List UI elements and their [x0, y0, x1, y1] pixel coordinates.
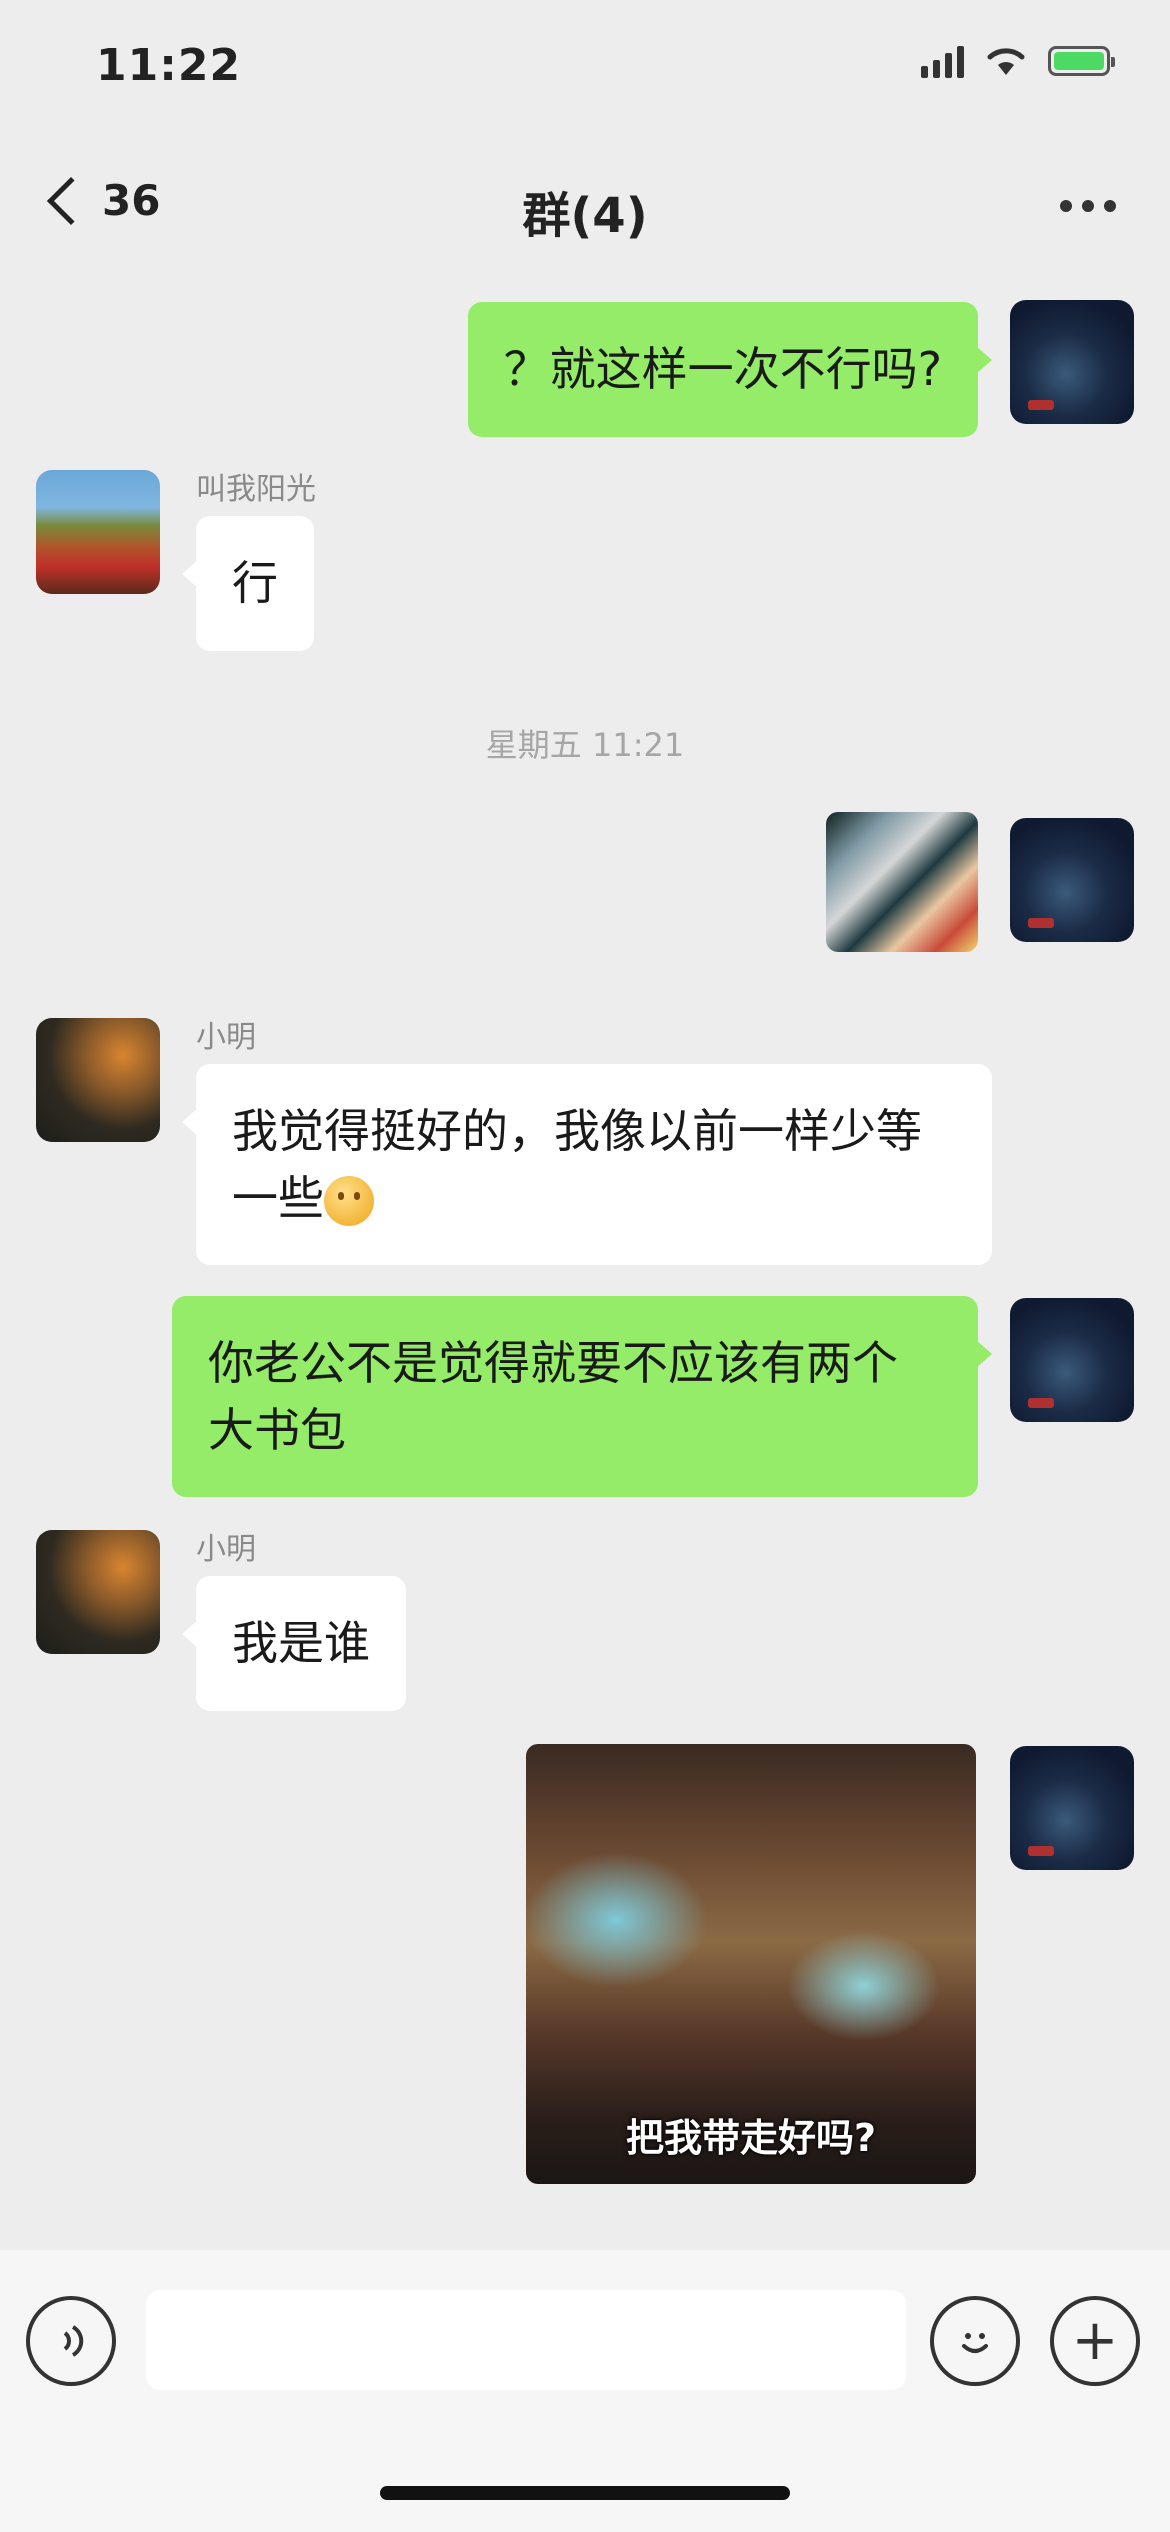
- status-icons: [921, 44, 1115, 78]
- sent-image-sticker[interactable]: 把我带走好吗?: [526, 1744, 976, 2184]
- my-avatar[interactable]: [1010, 300, 1134, 424]
- chat-title: 群(4): [522, 188, 648, 244]
- voice-button[interactable]: [26, 2296, 116, 2386]
- sent-image-thumbnail[interactable]: [826, 812, 978, 952]
- home-indicator: [380, 2486, 790, 2500]
- message-input[interactable]: [146, 2290, 906, 2390]
- message-text: ？就这样一次不行吗?: [503, 342, 942, 396]
- message-bubble-received[interactable]: 我觉得挺好的，我像以前一样少等一些: [182, 1064, 992, 1266]
- sender-name: 小明: [196, 1020, 256, 1055]
- plus-icon: +: [1071, 2308, 1119, 2373]
- more-options-button[interactable]: [1060, 200, 1116, 212]
- cellular-signal-icon: [921, 44, 964, 78]
- contact-avatar[interactable]: [36, 470, 160, 594]
- emoji-icon: [962, 2333, 988, 2353]
- dot-icon: [1104, 200, 1116, 212]
- smile-emoji-icon: [324, 1176, 374, 1227]
- sender-name: 小明: [196, 1532, 256, 1567]
- message-text: 你老公不是觉得就要不应该有两个大书包: [208, 1336, 898, 1457]
- contact-avatar[interactable]: [36, 1530, 160, 1654]
- message-bubble-sent[interactable]: ？就这样一次不行吗?: [467, 302, 993, 437]
- message-timestamp: 星期五 11:21: [485, 726, 685, 764]
- message-bubble-received[interactable]: 行: [182, 516, 314, 651]
- my-avatar[interactable]: [1010, 818, 1134, 942]
- dot-icon: [1082, 200, 1094, 212]
- voice-icon: [63, 2325, 84, 2357]
- message-bubble-sent[interactable]: 你老公不是觉得就要不应该有两个大书包: [172, 1296, 992, 1498]
- sender-name: 叫我阳光: [196, 472, 316, 507]
- contact-avatar[interactable]: [36, 1018, 160, 1142]
- my-avatar[interactable]: [1010, 1746, 1134, 1870]
- image-caption: 把我带走好吗?: [625, 2116, 877, 2160]
- message-text: 我是谁: [232, 1616, 370, 1670]
- emoji-button[interactable]: [930, 2296, 1020, 2386]
- wifi-icon: [987, 48, 1025, 75]
- message-text: 行: [232, 556, 278, 610]
- my-avatar[interactable]: [1010, 1298, 1134, 1422]
- status-time: 11:22: [96, 40, 242, 91]
- dot-icon: [1060, 200, 1072, 212]
- battery-icon: [1048, 46, 1115, 76]
- more-actions-button[interactable]: +: [1050, 2296, 1140, 2386]
- message-bubble-received[interactable]: 我是谁: [182, 1576, 406, 1711]
